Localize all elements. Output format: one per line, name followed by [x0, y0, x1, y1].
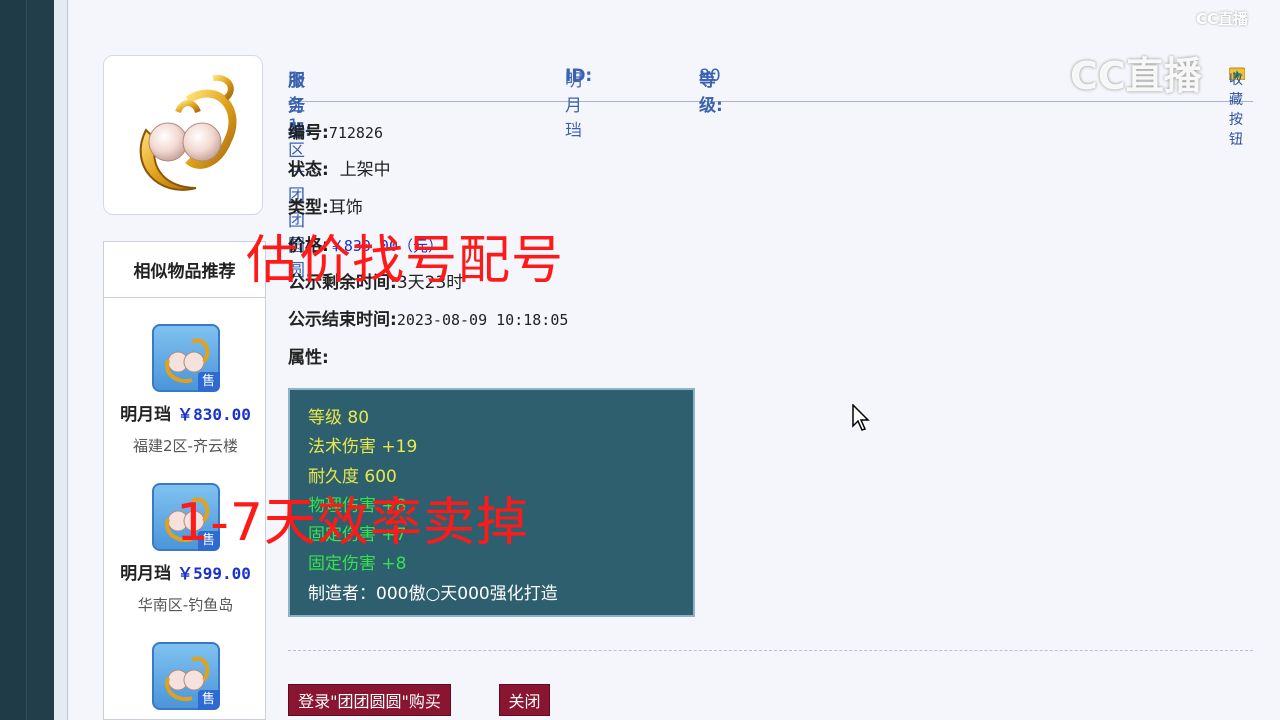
left-gutter — [54, 0, 68, 720]
mouse-cursor-icon — [852, 404, 870, 431]
status-value: 上架中 — [339, 160, 391, 180]
remaining-time-row: 公示剩余时间:3天23时 — [288, 268, 463, 293]
remaining-value: 3天23时 — [396, 273, 464, 293]
end-time-row: 公示结束时间:2023-08-09 10:18:05 — [288, 305, 568, 330]
stream-watermark-big: CC直播 — [1070, 54, 1202, 98]
number-value: 712826 — [328, 124, 383, 142]
similar-item-server: 福建2区-齐云楼 — [133, 437, 238, 455]
item-status-row: 状态: 上架中 — [288, 155, 391, 180]
attr-fixed-damage-1: 固定伤害 +7 — [308, 525, 407, 546]
earring-icon: 售 — [151, 324, 220, 392]
similar-item-price: ￥830.00 — [177, 405, 251, 424]
level-value: 80 — [699, 66, 721, 86]
id-value: 明月珰 — [565, 71, 582, 141]
type-label: 类型: — [288, 198, 329, 218]
similar-items-sidebar: 相似物品推荐 售 明月珰 ￥830.00 福建2区-齐云楼 售 明月珰 ￥599… — [103, 241, 266, 720]
item-number-row: 编号:712826 — [288, 118, 383, 143]
item-type-row: 类型:耳饰 — [288, 193, 363, 218]
attr-level: 等级 80 — [308, 408, 370, 428]
close-button[interactable]: 关闭 — [499, 684, 550, 716]
attr-maker: 制造者：000傲○天000强化打造 — [308, 583, 558, 604]
similar-item[interactable]: 售 明月珰 ￥830.00 福建2区-齐云楼 — [104, 324, 267, 456]
attributes-panel: 等级 80 法术伤害 +19 耐久度 600 物理伤害 +8 固定伤害 +7 固… — [288, 388, 695, 617]
sale-badge: 售 — [197, 531, 220, 551]
item-image — [103, 55, 263, 215]
similar-item-name: 明月珰 — [120, 564, 172, 584]
favorite-label: 收藏按钮 — [1229, 72, 1243, 148]
attr-durability: 耐久度 600 — [308, 466, 397, 487]
status-label: 状态: — [288, 160, 329, 180]
earring-icon: 售 — [151, 642, 220, 710]
similar-item[interactable]: 售 明月珰 ￥599.00 华南区-钓鱼岛 — [104, 483, 267, 615]
attr-physical-damage: 物理伤害 +8 — [308, 495, 407, 516]
earring-icon: 售 — [151, 483, 220, 551]
price-value: ￥830.00（元） — [328, 237, 443, 255]
end-value: 2023-08-09 10:18:05 — [396, 311, 569, 329]
attributes-label: 属性: — [288, 348, 329, 368]
remaining-label: 公示剩余时间: — [288, 273, 397, 293]
item-price-row: 价格:￥830.00（元） — [288, 231, 443, 256]
end-label: 公示结束时间: — [288, 310, 397, 330]
favorite-button[interactable]: 收藏按钮 — [1229, 66, 1245, 148]
stream-watermark-small: CC直播 — [1196, 10, 1249, 28]
number-label: 编号: — [288, 123, 329, 143]
left-dark-frame — [0, 0, 55, 720]
sale-badge: 售 — [197, 372, 220, 392]
similar-item-server: 华南区-钓鱼岛 — [137, 596, 234, 614]
similar-item[interactable]: 售 — [104, 642, 267, 710]
price-label: 价格: — [288, 236, 329, 256]
item-detail-page: 相似物品推荐 售 明月珰 ￥830.00 福建2区-齐云楼 售 明月珰 ￥599… — [68, 0, 1280, 720]
type-value: 耳饰 — [328, 198, 363, 218]
attr-fixed-damage-2: 固定伤害 +8 — [308, 554, 407, 575]
similar-item-price: ￥599.00 — [177, 564, 251, 583]
sale-badge: 售 — [197, 690, 220, 710]
earring-icon — [139, 74, 237, 191]
divider — [288, 650, 1253, 651]
buy-button[interactable]: 登录"团团圆圆"购买 — [288, 684, 451, 716]
similar-item-name: 明月珰 — [120, 405, 172, 425]
attributes-row: 属性: — [288, 343, 329, 368]
attr-magic-damage: 法术伤害 +19 — [308, 437, 418, 458]
sidebar-title: 相似物品推荐 — [104, 242, 265, 298]
